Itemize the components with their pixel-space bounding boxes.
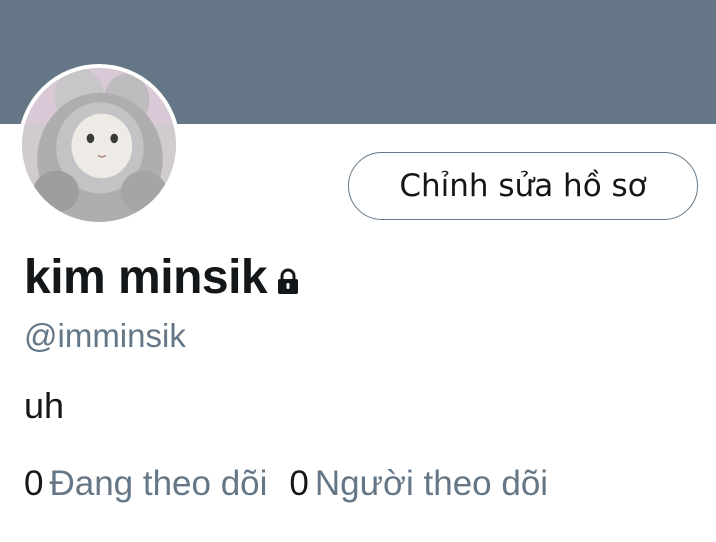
followers-count: 0 [289,464,309,503]
edit-profile-button[interactable]: Chỉnh sửa hồ sơ [348,152,698,220]
display-name: kim minsik [24,251,268,304]
following-count: 0 [24,464,44,503]
profile-avatar[interactable] [18,64,180,226]
profile-name-row: kim minsik [24,248,303,308]
profile-handle: @imminsik [24,317,186,354]
following-stat[interactable]: 0 Đang theo dõi [24,460,267,508]
profile-bio: uh [24,385,65,426]
followers-stat[interactable]: 0 Người theo dõi [289,460,548,508]
following-label: Đang theo dõi [49,464,268,503]
lock-icon [273,267,303,297]
avatar-photo [22,68,176,222]
profile-stats: 0 Đang theo dõi 0 Người theo dõi [24,460,548,508]
followers-label: Người theo dõi [314,464,549,503]
